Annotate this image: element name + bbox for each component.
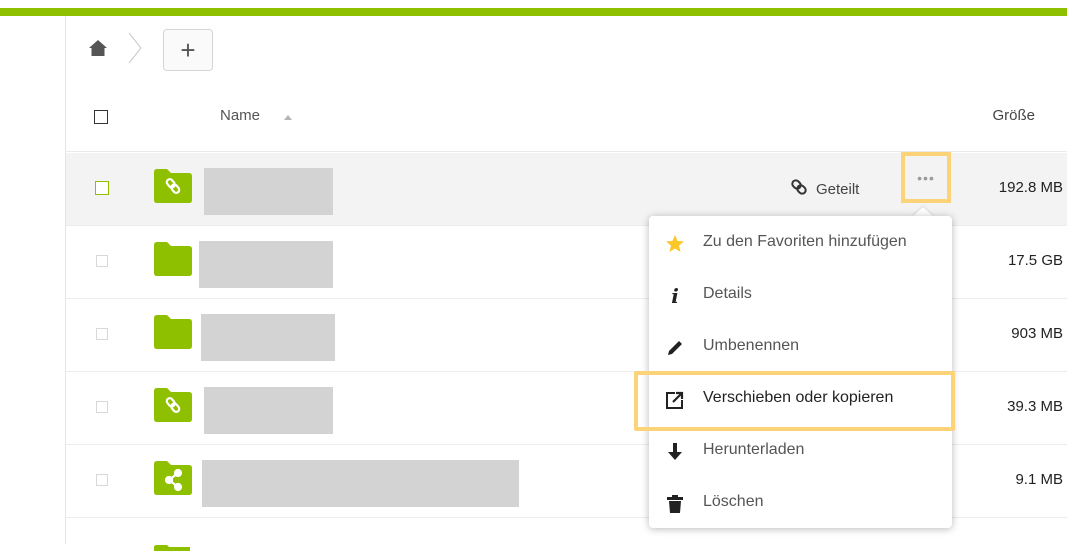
- file-size: 192.8 MB: [998, 179, 1063, 196]
- file-name-redacted[interactable]: [204, 168, 333, 215]
- menu-item-label: Löschen: [703, 493, 764, 510]
- menu-item-label: Herunterladen: [703, 441, 805, 458]
- menu-item-download[interactable]: Herunterladen: [649, 426, 952, 478]
- file-size: 39.3 MB: [1007, 398, 1063, 415]
- menu-item-label: Zu den Favoriten hinzufügen: [703, 233, 907, 250]
- folder-icon: [154, 242, 192, 276]
- menu-item-label: Details: [703, 285, 752, 302]
- sort-ascending-icon[interactable]: [284, 115, 292, 120]
- folder-icon: [154, 315, 192, 349]
- pencil-icon: [665, 338, 685, 358]
- more-actions-button[interactable]: •••: [901, 152, 951, 203]
- row-checkbox[interactable]: [96, 328, 108, 340]
- file-name-redacted[interactable]: [201, 314, 335, 361]
- folder-link-icon: [154, 169, 192, 203]
- trash-icon: [665, 494, 685, 514]
- star-icon: [665, 234, 685, 254]
- folder-link-icon: [154, 388, 192, 422]
- row-checkbox[interactable]: [96, 474, 108, 486]
- file-size: 9.1 MB: [1015, 471, 1063, 488]
- file-size: 17.5 GB: [1007, 252, 1063, 269]
- column-header-size[interactable]: Größe: [992, 107, 1035, 124]
- home-icon[interactable]: [88, 38, 108, 58]
- column-header-name[interactable]: Name: [220, 107, 260, 124]
- file-name-redacted[interactable]: [204, 387, 333, 434]
- file-actions-menu: Zu den Favoriten hinzufügen i Details Um…: [634, 216, 955, 530]
- file-name-redacted[interactable]: [199, 241, 333, 288]
- menu-item-move-copy[interactable]: Verschieben oder kopieren: [634, 371, 955, 431]
- file-list-header: Name Größe: [66, 82, 1067, 152]
- folder-share-icon: [154, 461, 192, 495]
- menu-item-favorite[interactable]: Zu den Favoriten hinzufügen: [649, 218, 952, 270]
- menu-item-delete[interactable]: Löschen: [649, 478, 952, 530]
- row-checkbox[interactable]: [96, 255, 108, 267]
- download-icon: [665, 442, 685, 462]
- row-checkbox[interactable]: [96, 401, 108, 413]
- top-accent-bar: [0, 8, 1067, 16]
- shared-indicator[interactable]: Geteilt: [790, 178, 859, 200]
- shared-label: Geteilt: [816, 180, 860, 198]
- file-size: 903 MB: [1011, 325, 1063, 342]
- file-name-redacted[interactable]: [202, 460, 519, 507]
- menu-item-rename[interactable]: Umbenennen: [649, 322, 952, 374]
- link-icon: [790, 178, 808, 200]
- select-all-checkbox[interactable]: [94, 110, 108, 124]
- info-icon: i: [671, 284, 679, 308]
- menu-item-label: Umbenennen: [703, 337, 800, 354]
- row-checkbox[interactable]: [95, 181, 109, 195]
- add-new-button[interactable]: +: [163, 29, 213, 71]
- move-icon: [665, 390, 685, 410]
- folder-icon: [154, 538, 190, 551]
- menu-item-label: Verschieben oder kopieren: [703, 389, 894, 406]
- menu-item-details[interactable]: i Details: [649, 270, 952, 322]
- breadcrumb-separator: [126, 32, 144, 64]
